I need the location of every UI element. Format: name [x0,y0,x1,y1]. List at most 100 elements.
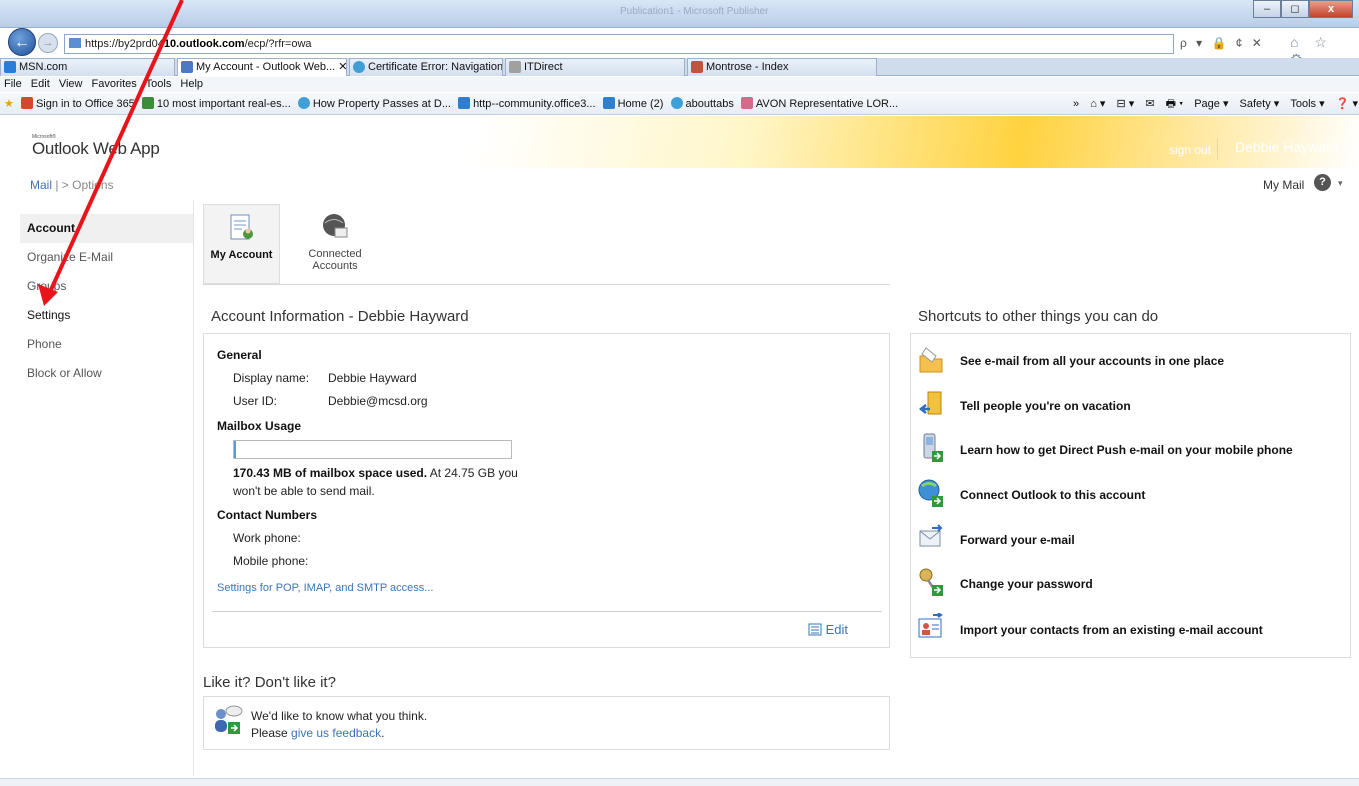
menu-file[interactable]: File [4,78,22,90]
sign-out-link[interactable]: sign out [1169,143,1211,157]
chevron-down-icon[interactable]: ▾ [1338,178,1343,189]
favorite-link[interactable]: Home (2) [602,93,663,115]
montrose-icon [691,61,703,73]
edit-button[interactable]: Edit [808,622,848,637]
home-button[interactable]: ⌂ ▾ [1090,98,1105,110]
favorite-link[interactable]: Sign in to Office 365 [20,93,135,115]
favorite-link[interactable]: AVON Representative LOR... [740,93,898,115]
address-domain: 10.outlook.com [163,38,245,50]
feedback-line2: Please give us feedback. [251,726,385,740]
minimize-button[interactable]: – [1253,0,1281,18]
feedback-panel [203,696,890,750]
address-bar[interactable]: https://by2prd0410.outlook.com/ecp/?rfr=… [64,34,1174,54]
command-bar: » ⌂ ▾ ⊟ ▾ ✉ 🖶 ▾ Page ▾ Safety ▾ Tools ▾ … [1065,93,1359,115]
tab-my-account[interactable]: My Account [203,204,280,284]
shortcut-direct-push[interactable]: Learn how to get Direct Push e-mail on y… [918,433,1338,467]
ie-icon [297,97,310,109]
tab-itdirect[interactable]: ITDirect [505,58,685,76]
shortcut-vacation[interactable]: Tell people you're on vacation [918,389,1318,423]
give-feedback-link[interactable]: give us feedback [291,726,381,740]
feedback-heading: Like it? Don't like it? [203,674,336,691]
owa-logo: Outlook Web App [32,139,160,158]
itdirect-icon [509,61,521,73]
favorites-star-icon[interactable]: ★ [4,93,14,115]
shortcuts-heading: Shortcuts to other things you can do [918,308,1159,325]
nav-item-account[interactable]: Account [20,214,193,243]
my-mail-dropdown[interactable]: My Mail [1263,178,1304,192]
shortcut-forward-email[interactable]: Forward your e-mail [918,523,1318,557]
menu-edit[interactable]: Edit [31,78,50,90]
usage-text: 170.43 MB of mailbox space used. At 24.7… [233,466,518,480]
nav-divider [193,200,194,776]
keys-icon [919,568,943,596]
address-prefix: https://by2prd04 [85,38,164,50]
header-divider [1217,138,1218,160]
vacation-door-icon [918,391,942,415]
print-button[interactable]: 🖶 ▾ [1166,98,1184,110]
site-icon [69,38,81,48]
user-id-label: User ID: [233,394,278,408]
page-menu[interactable]: Page ▾ [1194,98,1228,110]
breadcrumb: Mail | > Options [30,178,114,192]
shortcut-connect-outlook[interactable]: Connect Outlook to this account [918,478,1318,512]
favorite-link[interactable]: How Property Passes at D... [297,93,451,115]
outlook-tab-icon [181,61,193,73]
ie-icon [670,97,683,109]
tab-montrose[interactable]: Montrose - Index [687,58,877,76]
nav-item-block-or-allow[interactable]: Block or Allow [20,359,193,388]
help-icon[interactable]: ? [1314,174,1331,191]
back-button[interactable]: ← [8,28,36,56]
mail-button[interactable]: ✉ [1145,98,1154,110]
shortcut-all-accounts[interactable]: See e-mail from all your accounts in one… [918,344,1318,378]
folder-mail-icon [919,347,943,373]
favorite-link[interactable]: abouttabs [670,93,734,115]
maximize-button[interactable]: ◻ [1281,0,1309,18]
nav-item-phone[interactable]: Phone [20,330,193,359]
tab-my-account[interactable]: My Account - Outlook Web... ✕ [177,58,347,76]
my-account-icon [230,214,253,240]
forward-mail-icon [919,524,943,547]
breadcrumb-mail[interactable]: Mail [30,178,52,192]
windows-icon [458,97,471,109]
menu-view[interactable]: View [59,78,83,90]
nav-item-organize-email[interactable]: Organize E-Mail [20,243,193,272]
feeds-button[interactable]: ⊟ ▾ [1116,98,1134,110]
account-info-heading: Account Information - Debbie Hayward [211,308,469,325]
mobile-phone-icon [923,433,943,462]
more-favorites-button[interactable]: » [1073,98,1079,110]
mailbox-usage-fill [234,441,236,458]
connected-accounts-icon [323,214,348,238]
office-icon [20,97,33,109]
window-title: Publication1 - Microsoft Publisher [620,6,769,17]
address-controls[interactable]: ρ ▾ 🔒 ¢ ✕ [1180,36,1265,50]
help-menu[interactable]: ❓ ▾ [1336,98,1358,110]
mailbox-usage-bar [233,440,512,459]
display-name-value: Debbie Hayward [328,371,417,385]
tab-certificate-error[interactable]: Certificate Error: Navigation Bl... [349,58,503,76]
mailbox-usage-heading: Mailbox Usage [217,419,302,433]
site-icon [141,97,154,109]
favorite-link[interactable]: http--community.office3... [458,93,596,115]
menu-help[interactable]: Help [180,78,203,90]
nav-item-settings[interactable]: Settings [20,301,193,330]
menu-favorites[interactable]: Favorites [92,78,137,90]
nav-item-groups[interactable]: Groups [20,272,193,301]
menu-bar: File Edit View Favorites Tools Help [0,77,1359,92]
favorite-link[interactable]: 10 most important real-es... [141,93,291,115]
tools-menu[interactable]: Tools ▾ [1290,98,1324,110]
window-controls: – ◻ x [1253,0,1353,18]
close-window-button[interactable]: x [1309,0,1353,18]
shortcut-change-password[interactable]: Change your password [918,567,1318,601]
general-heading: General [217,348,262,362]
forward-button[interactable]: → [38,33,58,53]
user-name[interactable]: Debbie Hayward [1235,139,1339,155]
tab-connected-accounts[interactable]: Connected Accounts [285,204,385,284]
shortcut-import-contacts[interactable]: Import your contacts from an existing e-… [918,613,1338,647]
menu-tools[interactable]: Tools [146,78,172,90]
forward-arrow-icon: → [42,37,54,49]
outlook-globe-icon [918,479,943,507]
pop-imap-settings-link[interactable]: Settings for POP, IMAP, and SMTP access.… [217,582,433,594]
tab-msn[interactable]: MSN.com [0,58,175,76]
safety-menu[interactable]: Safety ▾ [1240,98,1280,110]
avon-icon [740,97,753,109]
